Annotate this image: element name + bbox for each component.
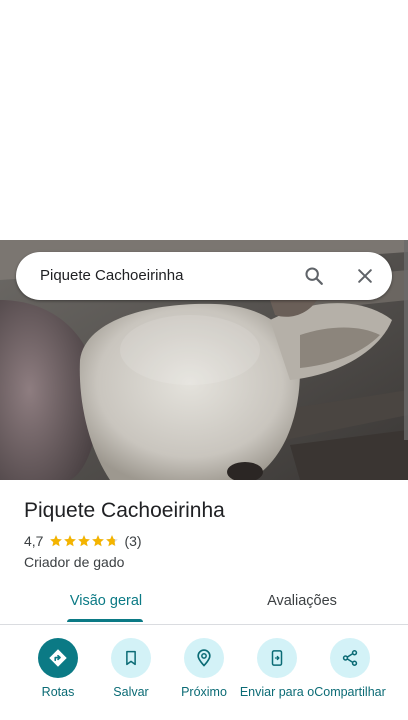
- place-title: Piquete Cachoeirinha: [24, 499, 225, 522]
- scrollbar[interactable]: [404, 240, 408, 440]
- star-icon: [78, 535, 91, 547]
- search-input[interactable]: Piquete Cachoeirinha: [40, 266, 183, 286]
- rating-row[interactable]: 4,7 (3): [24, 532, 142, 550]
- star-icon: [50, 535, 63, 547]
- search-button[interactable]: [298, 260, 330, 292]
- directions-button[interactable]: Rotas: [20, 638, 96, 700]
- search-bar[interactable]: Piquete Cachoeirinha: [16, 252, 392, 300]
- nearby-label: Próximo: [181, 685, 227, 699]
- share-label: Compartilhar: [314, 685, 386, 699]
- send-to-phone-button-circle[interactable]: [257, 638, 297, 678]
- search-icon: [305, 267, 323, 285]
- share-icon: [342, 650, 358, 666]
- divider: [0, 624, 408, 625]
- save-label: Salvar: [113, 685, 149, 699]
- bookmark-icon: [126, 650, 136, 666]
- tab-overview[interactable]: Visão geral: [56, 583, 156, 623]
- star-icon: [64, 535, 77, 547]
- star-icon: [106, 535, 119, 547]
- send-to-phone-button[interactable]: Enviar para o: [239, 638, 315, 700]
- directions-button-circle[interactable]: [38, 638, 78, 678]
- send-to-phone-icon: [271, 650, 283, 666]
- clear-search-button[interactable]: [349, 260, 381, 292]
- save-button-circle[interactable]: [111, 638, 151, 678]
- star-rating: [49, 534, 119, 548]
- nearby-button-circle[interactable]: [184, 638, 224, 678]
- active-tab-indicator: [67, 619, 143, 622]
- action-bar: Rotas Salvar Próximo Enviar para o Compa…: [0, 638, 408, 720]
- close-icon: [358, 269, 372, 283]
- nearby-button[interactable]: Próximo: [166, 638, 242, 700]
- place-category: Criador de gado: [24, 554, 125, 570]
- save-button[interactable]: Salvar: [93, 638, 169, 700]
- review-count: (3): [124, 533, 142, 549]
- share-button[interactable]: Compartilhar: [312, 638, 388, 700]
- directions-icon: [49, 649, 67, 667]
- map-blank-area: [0, 0, 408, 240]
- place-details-page: Piquete Cachoeirinha Piquete Cachoeirinh…: [0, 0, 408, 720]
- rating-value: 4,7: [24, 533, 44, 549]
- nearby-icon: [197, 649, 211, 667]
- directions-label: Rotas: [41, 685, 75, 699]
- tab-reviews[interactable]: Avaliações: [252, 583, 352, 623]
- share-button-circle[interactable]: [330, 638, 370, 678]
- star-icon: [92, 535, 105, 547]
- send-to-phone-label: Enviar para o: [239, 685, 315, 699]
- tab-bar: Visão geral Avaliações: [0, 583, 408, 625]
